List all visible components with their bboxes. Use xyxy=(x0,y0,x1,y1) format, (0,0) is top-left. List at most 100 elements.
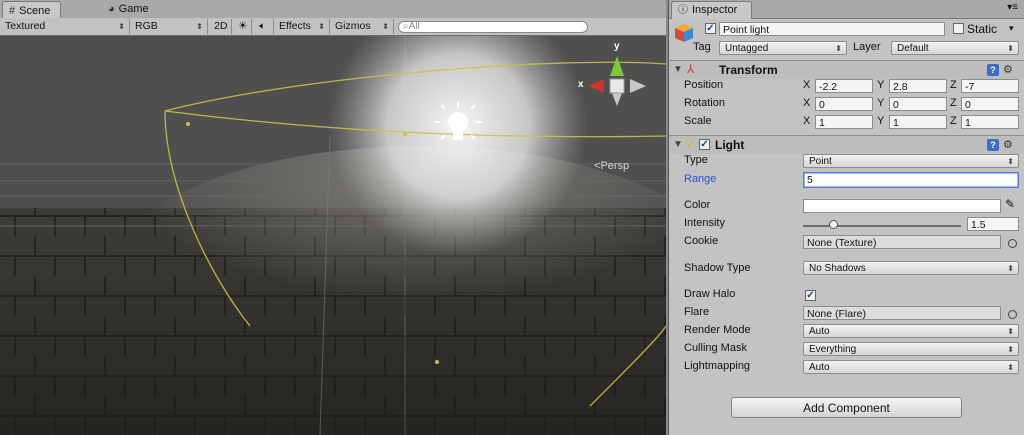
gear-icon[interactable]: ⚙ xyxy=(1003,63,1013,76)
static-checkbox[interactable] xyxy=(953,23,964,34)
scene-search-placeholder: All xyxy=(408,21,420,32)
render-mode-dropdown[interactable]: Textured xyxy=(0,19,130,34)
rotation-z-axis-label: Z xyxy=(950,97,957,109)
position-x-field[interactable]: -2.2 xyxy=(815,79,873,93)
draw-halo-checkbox[interactable]: ✓ xyxy=(805,290,816,301)
foldout-arrow-icon[interactable]: ▼ xyxy=(673,64,683,75)
add-component-button[interactable]: Add Component xyxy=(731,397,962,418)
scale-y-field[interactable]: 1 xyxy=(889,115,947,129)
color-mode-dropdown[interactable]: RGB xyxy=(130,19,208,34)
scene-search-input[interactable]: ⌕ All xyxy=(398,20,588,33)
rotation-x-axis-label: X xyxy=(803,97,811,109)
scene-toolbar: Textured RGB 2D ☀ 🔈︎ Effects Gizmos ⌕ Al… xyxy=(0,18,666,36)
rotation-z-field[interactable]: 0 xyxy=(961,97,1019,111)
cookie-object-field[interactable]: None (Texture) xyxy=(803,235,1001,249)
intensity-field[interactable]: 1.5 xyxy=(967,217,1019,231)
object-name-field[interactable]: Point light xyxy=(719,22,945,36)
intensity-label: Intensity xyxy=(684,217,725,229)
light-enabled-checkbox[interactable]: ✓ xyxy=(699,139,710,150)
scale-x-axis-label: X xyxy=(803,115,811,127)
color-label: Color xyxy=(684,199,711,211)
scale-z-field[interactable]: 1 xyxy=(961,115,1019,129)
position-label: Position xyxy=(684,79,724,91)
scale-label: Scale xyxy=(684,115,712,127)
light-title: Light xyxy=(715,138,745,152)
intensity-slider-track[interactable] xyxy=(803,225,961,227)
gameobject-cube-icon xyxy=(673,22,695,44)
lighting-toggle[interactable]: ☀ xyxy=(232,19,252,34)
gear-icon[interactable]: ⚙ xyxy=(1003,138,1013,151)
scale-z-axis-label: Z xyxy=(950,115,957,127)
inspector-tabbar: ⓘ Inspector ▾≡ xyxy=(669,0,1024,19)
tab-scene[interactable]: # Scene xyxy=(2,1,62,19)
transform-axes-icon: ⅄ xyxy=(687,62,695,76)
type-label: Type xyxy=(684,154,708,166)
position-z-axis-label: Z xyxy=(950,79,957,91)
help-icon[interactable]: ? xyxy=(987,139,999,151)
rotation-x-field[interactable]: 0 xyxy=(815,97,873,111)
flare-object-field[interactable]: None (Flare) xyxy=(803,306,1001,320)
type-dropdown[interactable]: Point xyxy=(803,154,1019,168)
lightmapping-dropdown[interactable]: Auto xyxy=(803,360,1019,374)
layer-label: Layer xyxy=(853,41,881,53)
perspective-toggle[interactable]: <Persp xyxy=(594,160,629,172)
culling-mask-dropdown[interactable]: Everything xyxy=(803,342,1019,356)
effects-dropdown[interactable]: Effects xyxy=(274,19,330,34)
range-label: Range xyxy=(684,173,717,185)
gizmo-axis-y-label: y xyxy=(614,41,620,52)
gizmo-axis-x-label: x xyxy=(578,79,584,90)
foldout-arrow-icon[interactable]: ▼ xyxy=(673,139,683,150)
rotation-label: Rotation xyxy=(684,97,725,109)
scale-y-axis-label: Y xyxy=(877,115,885,127)
intensity-slider-handle[interactable] xyxy=(829,220,839,229)
render-mode-dropdown[interactable]: Auto xyxy=(803,324,1019,338)
range-field[interactable]: 5 xyxy=(803,172,1019,188)
tag-dropdown[interactable]: Untagged xyxy=(719,41,847,55)
inspector-panel: ⓘ Inspector ▾≡ ✓ Point light Static ▾ Ta… xyxy=(668,0,1024,435)
light-header[interactable]: ▼ 💡︎ ✓ Light ? ⚙ xyxy=(669,135,1024,154)
position-y-field[interactable]: 2.8 xyxy=(889,79,947,93)
shadow-type-dropdown[interactable]: No Shadows xyxy=(803,261,1019,275)
position-z-field[interactable]: -7 xyxy=(961,79,1019,93)
tab-inspector-label: Inspector xyxy=(692,4,738,16)
culling-mask-label: Culling Mask xyxy=(684,342,747,354)
scene-view-panel: # Scene ◕ Game Textured RGB 2D ☀ 🔈︎ Effe… xyxy=(0,0,666,435)
help-icon[interactable]: ? xyxy=(987,64,999,76)
tab-inspector[interactable]: ⓘ Inspector xyxy=(671,1,753,19)
tab-game[interactable]: ◕ Game xyxy=(102,0,159,18)
active-checkbox[interactable]: ✓ xyxy=(705,23,716,34)
light-bulb-small-icon: 💡︎ xyxy=(685,137,694,151)
position-y-axis-label: Y xyxy=(877,79,885,91)
rotation-y-field[interactable]: 0 xyxy=(889,97,947,111)
shadow-type-label: Shadow Type xyxy=(684,262,751,274)
flare-label: Flare xyxy=(684,306,710,318)
object-picker-icon[interactable] xyxy=(1008,310,1017,319)
object-picker-icon[interactable] xyxy=(1008,239,1017,248)
lightmapping-label: Lightmapping xyxy=(684,360,751,372)
audio-toggle[interactable]: 🔈︎ xyxy=(252,19,274,34)
cookie-label: Cookie xyxy=(684,235,719,247)
transform-title: Transform xyxy=(719,63,778,77)
scene-viewport[interactable]: y x <Persp xyxy=(0,0,666,435)
layer-dropdown[interactable]: Default xyxy=(891,41,1019,55)
grid-icon: # xyxy=(9,4,16,17)
eyedropper-icon[interactable]: ✎ xyxy=(1005,197,1015,211)
info-icon: ⓘ xyxy=(678,5,688,16)
color-swatch[interactable] xyxy=(803,199,1001,213)
tag-label: Tag xyxy=(693,41,711,53)
transform-header[interactable]: ▼ ⅄ Transform ? ⚙ xyxy=(669,60,1024,79)
sun-icon: ☀ xyxy=(238,20,248,32)
persp-label: Persp xyxy=(600,160,630,172)
scale-x-field[interactable]: 1 xyxy=(815,115,873,129)
draw-halo-label: Draw Halo xyxy=(684,288,736,300)
static-dropdown-arrow[interactable]: ▾ xyxy=(1009,23,1014,34)
render-mode-label: Render Mode xyxy=(684,324,751,336)
gizmos-dropdown[interactable]: Gizmos xyxy=(330,19,394,34)
panel-menu-icon[interactable]: ▾≡ xyxy=(1007,2,1018,13)
position-x-axis-label: X xyxy=(803,79,811,91)
scene-tabbar: # Scene ◕ Game xyxy=(0,0,666,19)
static-label: Static xyxy=(967,22,998,36)
pacman-icon: ◕ xyxy=(108,3,115,15)
mode-2d-button[interactable]: 2D xyxy=(208,19,232,34)
speaker-icon: 🔈︎ xyxy=(259,20,266,32)
